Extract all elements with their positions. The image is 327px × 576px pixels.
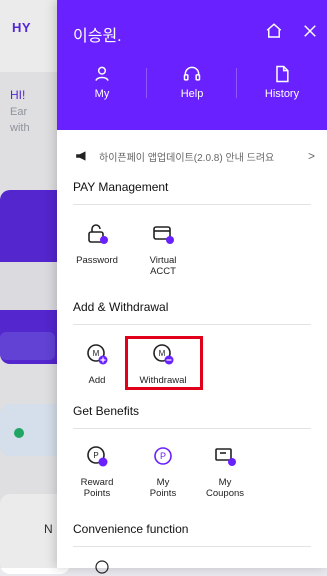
svg-text:P: P <box>160 451 166 461</box>
reward-icon: P <box>87 446 108 467</box>
reward-points-button[interactable]: P Reward Points <box>69 444 125 499</box>
notice-banner[interactable]: 하이픈페이 앱업데이트(2.0.8) 안내 드려요 > <box>75 148 315 164</box>
section-title-get-benefits: Get Benefits <box>73 404 140 418</box>
quick-history-button[interactable]: History <box>237 58 327 124</box>
home-icon[interactable] <box>265 22 283 40</box>
coin-plus-icon: M <box>87 344 108 365</box>
coupon-icon <box>215 448 236 466</box>
card-icon <box>153 226 174 244</box>
person-icon <box>95 66 109 81</box>
section-title-add-withdrawal: Add & Withdrawal <box>73 300 169 314</box>
virtual-acct-label: ACCT <box>150 266 176 277</box>
quick-help-label: Help <box>180 88 204 100</box>
svg-text:M: M <box>93 349 100 358</box>
my-coupons-label: Coupons <box>205 488 245 499</box>
section-divider <box>73 428 311 429</box>
add-label: Add <box>88 375 106 386</box>
section-divider <box>73 204 311 205</box>
virtual-acct-button[interactable]: Virtual ACCT <box>135 222 191 277</box>
section-divider <box>73 324 311 325</box>
section-divider <box>73 546 311 547</box>
quick-history-label: History <box>264 88 300 100</box>
section-title-convenience-function: Convenience function <box>73 522 189 536</box>
quick-help-button[interactable]: Help <box>147 58 237 124</box>
password-label: Password <box>76 255 118 266</box>
virtual-acct-label: Virtual <box>149 255 177 266</box>
my-points-label: My <box>156 477 170 488</box>
reward-points-label: Points <box>83 488 111 499</box>
chevron-right-icon: > <box>307 149 315 163</box>
lock-icon <box>88 224 108 244</box>
add-button[interactable]: M Add <box>69 342 125 386</box>
quick-my-button[interactable]: My <box>57 58 147 124</box>
side-drawer: 이승원. My Help History 하이픈페이 앱업데이트(2.0.8) … <box>57 0 327 574</box>
quick-menu: My Help History <box>57 58 327 124</box>
section-title-pay-management: PAY Management <box>73 180 169 194</box>
my-points-label: Points <box>149 488 177 499</box>
quick-my-label: My <box>94 88 110 100</box>
my-points-button[interactable]: P My Points <box>135 444 191 499</box>
password-button[interactable]: Password <box>69 222 125 266</box>
headset-icon <box>183 66 201 81</box>
document-icon <box>276 65 289 83</box>
megaphone-icon <box>76 151 86 161</box>
svg-text:P: P <box>93 451 98 460</box>
reward-points-label: Reward <box>80 477 114 488</box>
highlight-box <box>125 336 203 390</box>
notice-text: 하이픈페이 앱업데이트(2.0.8) 안내 드려요 <box>99 152 275 164</box>
drawer-header: 이승원. My Help History <box>57 0 327 130</box>
my-coupons-label: My <box>218 477 232 488</box>
user-name: 이승원. <box>73 28 122 45</box>
points-icon: P <box>154 447 172 465</box>
close-icon[interactable] <box>301 22 319 40</box>
partial-icon <box>95 560 109 574</box>
my-coupons-button[interactable]: My Coupons <box>197 444 253 499</box>
